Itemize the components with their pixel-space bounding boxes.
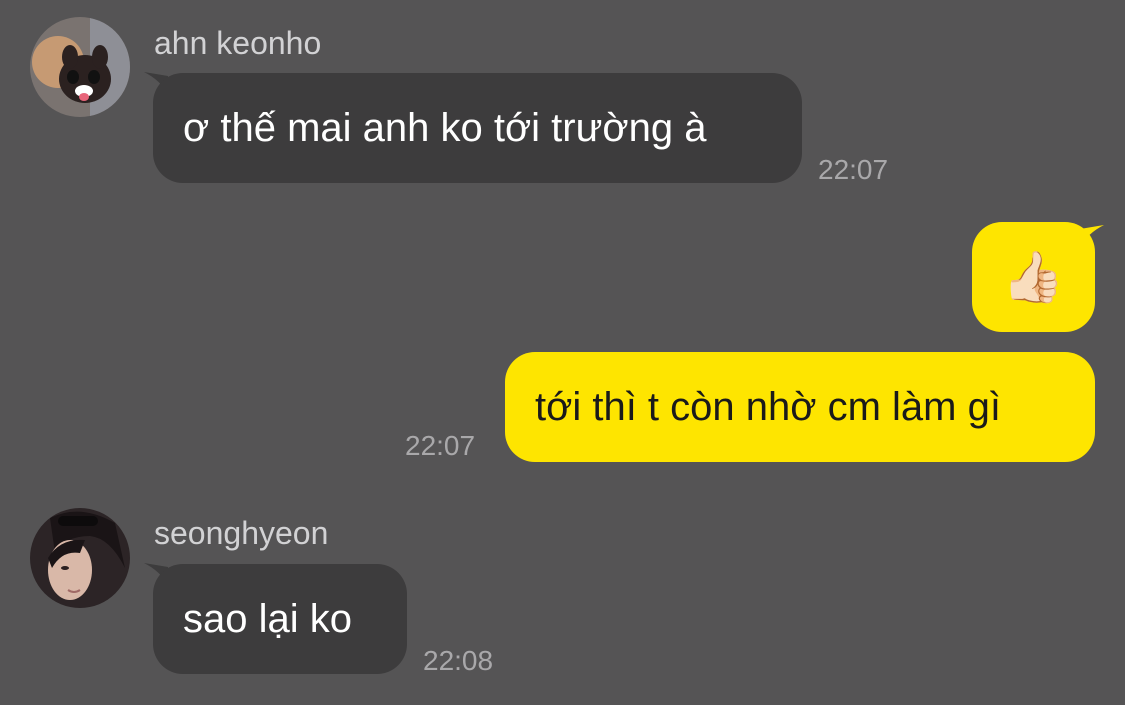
message-text: sao lại ko: [183, 597, 352, 641]
message-text: ơ thế mai anh ko tới trường à: [183, 106, 707, 150]
avatar-seonghyeon[interactable]: [30, 508, 130, 608]
sender-name: ahn keonho: [154, 25, 322, 61]
avatar-ahn-keonho[interactable]: [30, 17, 130, 117]
message-bubble[interactable]: tới thì t còn nhờ cm làm gì: [505, 352, 1095, 462]
message-text: tới thì t còn nhờ cm làm gì: [535, 385, 1001, 429]
message-bubble[interactable]: sao lại ko: [153, 564, 407, 674]
dog-photo-avatar-icon: [30, 17, 130, 117]
sender-name: seonghyeon: [154, 515, 329, 551]
person-photo-avatar-icon: [30, 508, 130, 608]
chat-thread: ahn keonho ơ thế mai anh ko tới trường à…: [0, 0, 1125, 705]
message-timestamp: 22:08: [423, 645, 494, 676]
thumbs-up-icon: 👍🏻: [1002, 249, 1065, 305]
message-bubble[interactable]: ơ thế mai anh ko tới trường à: [153, 73, 802, 183]
message-timestamp: 22:07: [405, 430, 476, 461]
emoji-message-bubble[interactable]: 👍🏻: [972, 222, 1095, 332]
message-timestamp: 22:07: [818, 154, 889, 185]
